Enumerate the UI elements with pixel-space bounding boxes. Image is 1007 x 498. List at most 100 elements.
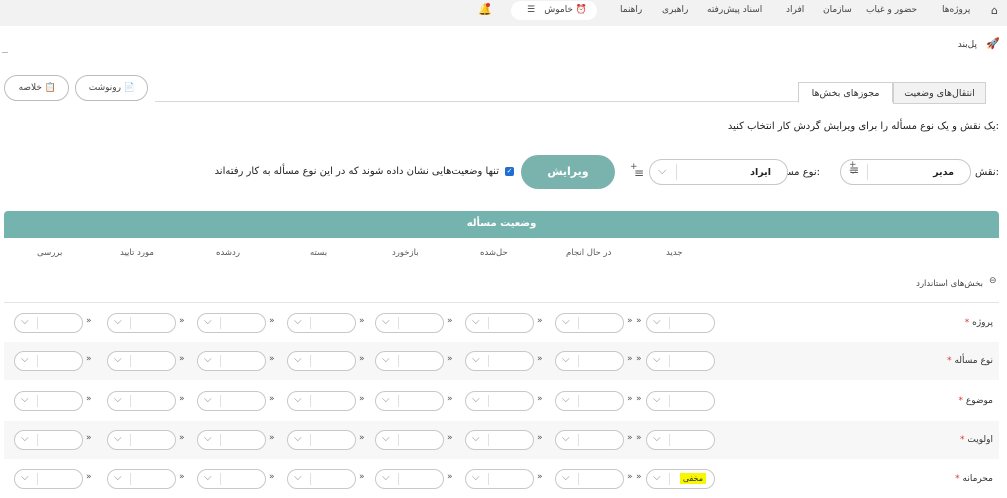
permission-select[interactable]: ⌵ bbox=[465, 430, 534, 450]
permission-select[interactable]: ⌵ bbox=[646, 351, 715, 371]
permission-select[interactable]: ⌵ bbox=[197, 391, 266, 411]
permission-select[interactable]: ⌵ bbox=[465, 469, 534, 489]
permission-select[interactable]: ⌵ bbox=[555, 430, 624, 450]
permission-select[interactable]: ⌵ bbox=[287, 430, 356, 450]
copy-right-icon[interactable]: » bbox=[447, 394, 453, 404]
copy-right-icon[interactable]: » bbox=[537, 316, 543, 326]
nav-people[interactable]: افراد bbox=[786, 5, 804, 15]
copy-right-icon[interactable]: » bbox=[627, 472, 633, 482]
copy-right-icon[interactable]: » bbox=[269, 433, 275, 443]
copy-right-icon[interactable]: » bbox=[636, 472, 642, 482]
copy-right-icon[interactable]: » bbox=[179, 316, 185, 326]
copy-right-icon[interactable]: » bbox=[627, 354, 633, 364]
copy-right-icon[interactable]: » bbox=[537, 472, 543, 482]
copy-right-icon[interactable]: » bbox=[636, 316, 642, 326]
permission-select[interactable]: ⌵ مخفی bbox=[646, 469, 715, 489]
home-icon[interactable]: ⌂ bbox=[991, 4, 998, 17]
permission-select[interactable]: ⌵ bbox=[14, 391, 83, 411]
copy-right-icon[interactable]: » bbox=[636, 354, 642, 364]
collapse-icon[interactable]: ⊖ bbox=[989, 276, 997, 286]
permission-select[interactable]: ⌵ bbox=[555, 391, 624, 411]
permission-select[interactable]: ⌵ bbox=[646, 430, 715, 450]
status-toggle-label: خاموش bbox=[544, 5, 573, 15]
copy-right-icon[interactable]: » bbox=[627, 394, 633, 404]
nav-advanced-documents[interactable]: اسناد پیش‌رفته bbox=[707, 5, 762, 15]
permission-select[interactable]: ⌵ bbox=[465, 313, 534, 333]
permission-select[interactable]: ⌵ bbox=[646, 313, 715, 333]
copy-right-icon[interactable]: » bbox=[359, 316, 365, 326]
permission-select[interactable]: ⌵ bbox=[107, 391, 176, 411]
nav-attendance[interactable]: حضور و غیاب bbox=[866, 5, 917, 15]
permission-select[interactable]: ⌵ bbox=[287, 351, 356, 371]
copy-right-icon[interactable]: » bbox=[179, 472, 185, 482]
nav-help[interactable]: راهنما bbox=[620, 5, 642, 15]
permission-select[interactable]: ⌵ bbox=[14, 430, 83, 450]
permission-select[interactable]: ⌵ bbox=[197, 430, 266, 450]
tab-field-permissions[interactable]: مجوزهای بخش‌ها bbox=[798, 82, 893, 103]
permission-select[interactable]: ⌵ bbox=[287, 313, 356, 333]
copy-right-icon[interactable]: » bbox=[179, 394, 185, 404]
copy-right-icon[interactable]: » bbox=[627, 433, 633, 443]
copy-right-icon[interactable]: » bbox=[86, 316, 92, 326]
copy-right-icon[interactable]: » bbox=[359, 354, 365, 364]
nav-administration[interactable]: راهبری bbox=[662, 5, 688, 15]
copy-right-icon[interactable]: » bbox=[359, 472, 365, 482]
permission-select[interactable]: ⌵ bbox=[14, 469, 83, 489]
copy-right-icon[interactable]: » bbox=[86, 433, 92, 443]
copy-right-icon[interactable]: » bbox=[636, 433, 642, 443]
copy-right-icon[interactable]: » bbox=[86, 472, 92, 482]
permission-select[interactable]: ⌵ bbox=[287, 391, 356, 411]
copy-right-icon[interactable]: » bbox=[447, 433, 453, 443]
copy-right-icon[interactable]: » bbox=[179, 433, 185, 443]
permission-select[interactable]: ⌵ bbox=[646, 391, 715, 411]
permission-select[interactable]: ⌵ bbox=[375, 391, 444, 411]
permission-select[interactable]: ⌵ bbox=[14, 313, 83, 333]
copy-right-icon[interactable]: » bbox=[269, 316, 275, 326]
permission-select[interactable]: ⌵ bbox=[375, 351, 444, 371]
copy-right-icon[interactable]: » bbox=[179, 354, 185, 364]
used-statuses-checkbox[interactable]: ✓ bbox=[505, 167, 514, 176]
permission-select[interactable]: ⌵ bbox=[465, 351, 534, 371]
status-toggle[interactable]: ⏰ خاموش ☰ bbox=[511, 1, 597, 20]
permission-select[interactable]: ⌵ bbox=[287, 469, 356, 489]
permission-select[interactable]: ⌵ bbox=[555, 313, 624, 333]
edit-button[interactable]: ویرایش bbox=[521, 155, 615, 189]
permission-select[interactable]: ⌵ bbox=[555, 351, 624, 371]
tab-status-transitions[interactable]: انتقال‌های وضعیت bbox=[893, 82, 986, 104]
copy-right-icon[interactable]: » bbox=[537, 354, 543, 364]
copy-button[interactable]: رونوشت 📄 bbox=[75, 75, 148, 101]
permission-select[interactable]: ⌵ bbox=[107, 351, 176, 371]
permission-select[interactable]: ⌵ bbox=[555, 469, 624, 489]
permission-select[interactable]: ⌵ bbox=[197, 351, 266, 371]
permission-select[interactable]: ⌵ bbox=[107, 469, 176, 489]
permission-select[interactable]: ⌵ bbox=[197, 313, 266, 333]
permission-select[interactable]: ⌵ bbox=[14, 351, 83, 371]
copy-right-icon[interactable]: » bbox=[537, 433, 543, 443]
summary-button[interactable]: خلاصه 📋 bbox=[4, 75, 69, 101]
permission-select[interactable]: ⌵ bbox=[107, 430, 176, 450]
permission-select[interactable]: ⌵ bbox=[375, 313, 444, 333]
copy-right-icon[interactable]: » bbox=[269, 394, 275, 404]
copy-right-icon[interactable]: » bbox=[627, 316, 633, 326]
copy-right-icon[interactable]: » bbox=[447, 472, 453, 482]
role-select[interactable]: مدیر ⌵ bbox=[840, 159, 971, 185]
copy-right-icon[interactable]: » bbox=[447, 316, 453, 326]
copy-right-icon[interactable]: » bbox=[86, 354, 92, 364]
nav-organization[interactable]: سازمان bbox=[823, 5, 852, 15]
copy-right-icon[interactable]: » bbox=[86, 394, 92, 404]
copy-right-icon[interactable]: » bbox=[537, 394, 543, 404]
issue-type-select[interactable]: ایراد ⌵ bbox=[649, 159, 788, 185]
copy-right-icon[interactable]: » bbox=[359, 433, 365, 443]
nav-projects[interactable]: پروژه‌ها bbox=[942, 5, 970, 15]
copy-right-icon[interactable]: » bbox=[269, 354, 275, 364]
permission-select[interactable]: ⌵ bbox=[375, 469, 444, 489]
copy-right-icon[interactable]: » bbox=[269, 472, 275, 482]
permission-select[interactable]: ⌵ bbox=[107, 313, 176, 333]
copy-right-icon[interactable]: » bbox=[359, 394, 365, 404]
permission-select[interactable]: ⌵ bbox=[197, 469, 266, 489]
permission-select[interactable]: ⌵ bbox=[465, 391, 534, 411]
permission-select[interactable]: ⌵ bbox=[375, 430, 444, 450]
row-label-text: محرمانه bbox=[962, 474, 994, 484]
copy-right-icon[interactable]: » bbox=[636, 394, 642, 404]
copy-right-icon[interactable]: » bbox=[447, 354, 453, 364]
